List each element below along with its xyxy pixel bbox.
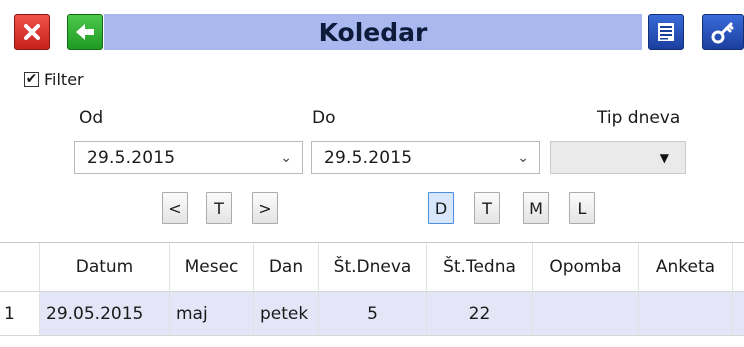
cell-datum[interactable]: 29.05.2015 [40, 292, 170, 335]
calendar-window: Koledar ✔ Filter Od Do Tip dneva 29.5.20… [0, 0, 744, 347]
column-header-overflow [733, 243, 744, 291]
filter-label: Filter [44, 69, 84, 89]
calendar-table: Datum Mesec Dan Št.Dneva Št.Tedna Opomba… [0, 242, 744, 347]
prev-period-button[interactable]: < [162, 192, 188, 224]
column-header[interactable]: Dan [254, 243, 319, 291]
from-label: Od [79, 108, 104, 128]
column-header[interactable]: Opomba [533, 243, 639, 291]
chevron-down-icon: ⌄ [280, 150, 292, 166]
print-button[interactable] [648, 14, 684, 50]
cell-dan[interactable]: petek [254, 292, 319, 335]
cell-anketa[interactable] [639, 292, 733, 335]
table-row[interactable]: 1 29.05.2015 maj petek 5 22 [0, 292, 744, 336]
day-type-select[interactable]: ▼ [550, 141, 686, 174]
back-arrow-icon [76, 24, 94, 40]
print-icon [658, 23, 674, 41]
column-header[interactable]: Št.Dneva [319, 243, 427, 291]
cell-opomba[interactable] [533, 292, 639, 335]
column-header[interactable]: Mesec [170, 243, 254, 291]
cell-st-dneva[interactable]: 5 [319, 292, 427, 335]
view-month-button[interactable]: M [523, 192, 549, 224]
filter-row: ✔ Filter [24, 68, 84, 90]
cell-st-tedna[interactable]: 22 [427, 292, 533, 335]
title-bar: Koledar [0, 0, 744, 80]
view-week-button[interactable]: T [474, 192, 500, 224]
key-icon [711, 22, 734, 44]
to-date-select[interactable]: 29.5.2015 ⌄ [311, 141, 540, 174]
close-icon [24, 24, 40, 40]
row-index: 1 [0, 292, 40, 335]
cell-mesec[interactable]: maj [170, 292, 254, 335]
from-date-value: 29.5.2015 [87, 147, 176, 168]
row-header-corner [0, 243, 40, 291]
title-band: Koledar [104, 14, 642, 50]
column-header[interactable]: Datum [40, 243, 170, 291]
table-header: Datum Mesec Dan Št.Dneva Št.Tedna Opomba… [0, 242, 744, 292]
cell-overflow [733, 292, 744, 335]
today-button[interactable]: T [206, 192, 232, 224]
next-period-button[interactable]: > [252, 192, 278, 224]
to-date-value: 29.5.2015 [324, 147, 413, 168]
day-type-label: Tip dneva [597, 108, 681, 128]
close-button[interactable] [14, 14, 50, 50]
back-button[interactable] [67, 14, 103, 50]
filter-checkbox[interactable]: ✔ [24, 71, 39, 87]
from-date-select[interactable]: 29.5.2015 ⌄ [74, 141, 303, 174]
window-title: Koledar [318, 17, 428, 47]
chevron-down-icon: ⌄ [517, 150, 529, 166]
dropdown-arrow-icon: ▼ [659, 151, 669, 165]
column-header[interactable]: Anketa [639, 243, 733, 291]
view-year-button[interactable]: L [569, 192, 595, 224]
column-header[interactable]: Št.Tedna [427, 243, 533, 291]
to-label: Do [312, 108, 336, 128]
view-day-button[interactable]: D [428, 192, 454, 224]
key-button[interactable] [702, 14, 744, 50]
